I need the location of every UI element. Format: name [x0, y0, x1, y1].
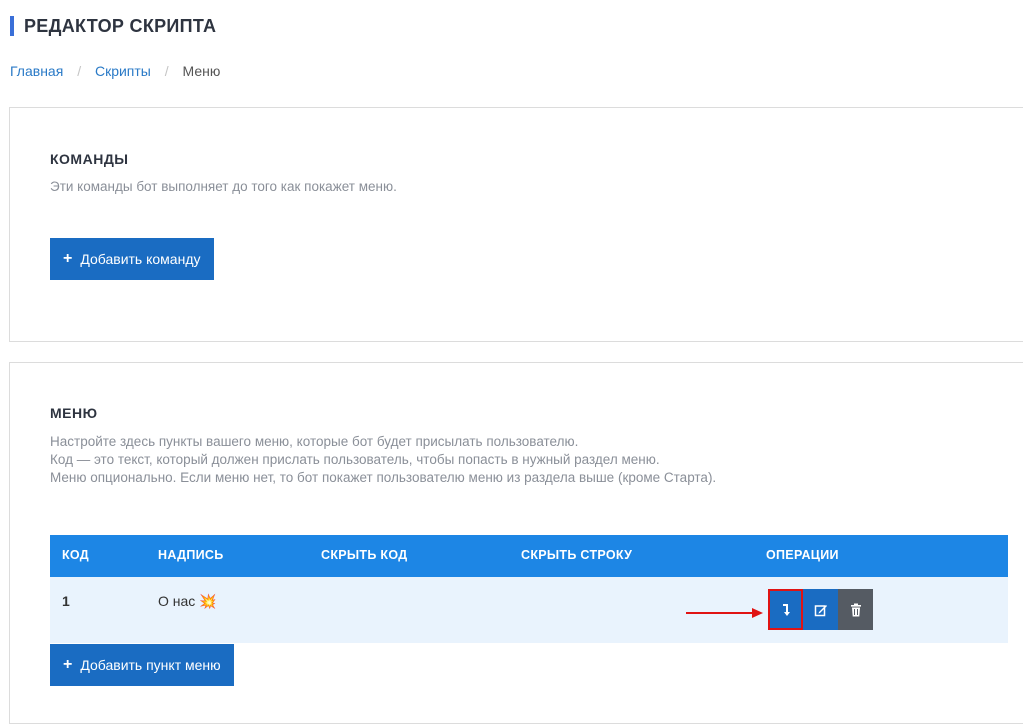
add-menu-item-button[interactable]: + Добавить пункт меню: [50, 644, 234, 686]
row-code: 1: [62, 593, 70, 609]
row-label: О нас: [158, 593, 196, 609]
move-down-button[interactable]: [768, 589, 803, 630]
header-label: НАДПИСЬ: [158, 548, 224, 562]
edit-icon: [814, 604, 827, 616]
add-menu-item-label: Добавить пункт меню: [80, 657, 221, 673]
menu-table: КОД НАДПИСЬ СКРЫТЬ КОД СКРЫТЬ СТРОКУ ОПЕ…: [50, 535, 1008, 643]
row-operations: [768, 589, 873, 630]
edit-button[interactable]: [803, 589, 838, 630]
menu-description-line: Меню опционально. Если меню нет, то бот …: [50, 470, 717, 485]
plus-icon: +: [63, 656, 73, 673]
breadcrumb-home[interactable]: Главная: [10, 63, 63, 79]
table-row: 1 О нас 💥: [50, 577, 1008, 643]
move-down-icon: [782, 603, 790, 616]
commands-description: Эти команды бот выполняет до того как по…: [50, 179, 397, 194]
add-command-button[interactable]: + Добавить команду: [50, 238, 214, 280]
menu-title: МЕНЮ: [50, 405, 98, 421]
commands-title: КОМАНДЫ: [50, 151, 129, 167]
breadcrumb: Главная / Скрипты / Меню: [10, 63, 220, 79]
add-command-label: Добавить команду: [80, 251, 201, 267]
breadcrumb-separator: /: [77, 63, 82, 79]
delete-button[interactable]: [838, 589, 873, 630]
explosion-emoji-icon: 💥: [199, 593, 217, 609]
menu-description: Настройте здесь пункты вашего меню, кото…: [50, 433, 716, 487]
header-hide-row: СКРЫТЬ СТРОКУ: [521, 548, 633, 562]
row-label-cell: О нас 💥: [158, 593, 217, 610]
breadcrumb-separator: /: [164, 63, 169, 79]
trash-icon: [850, 603, 861, 616]
page-title: РЕДАКТОР СКРИПТА: [10, 16, 216, 36]
breadcrumb-scripts[interactable]: Скрипты: [95, 63, 151, 79]
table-header: КОД НАДПИСЬ СКРЫТЬ КОД СКРЫТЬ СТРОКУ ОПЕ…: [50, 535, 1008, 577]
header-operations: ОПЕРАЦИИ: [766, 548, 839, 562]
menu-description-line: Код — это текст, который должен прислать…: [50, 452, 660, 467]
commands-card: КОМАНДЫ Эти команды бот выполняет до тог…: [9, 107, 1023, 342]
menu-card: МЕНЮ Настройте здесь пункты вашего меню,…: [9, 362, 1023, 724]
header-code: КОД: [62, 548, 89, 562]
red-arrow-annotation: [686, 608, 763, 618]
plus-icon: +: [63, 250, 73, 267]
breadcrumb-current: Меню: [182, 63, 221, 79]
menu-description-line: Настройте здесь пункты вашего меню, кото…: [50, 434, 579, 449]
header-hide-code: СКРЫТЬ КОД: [321, 548, 408, 562]
